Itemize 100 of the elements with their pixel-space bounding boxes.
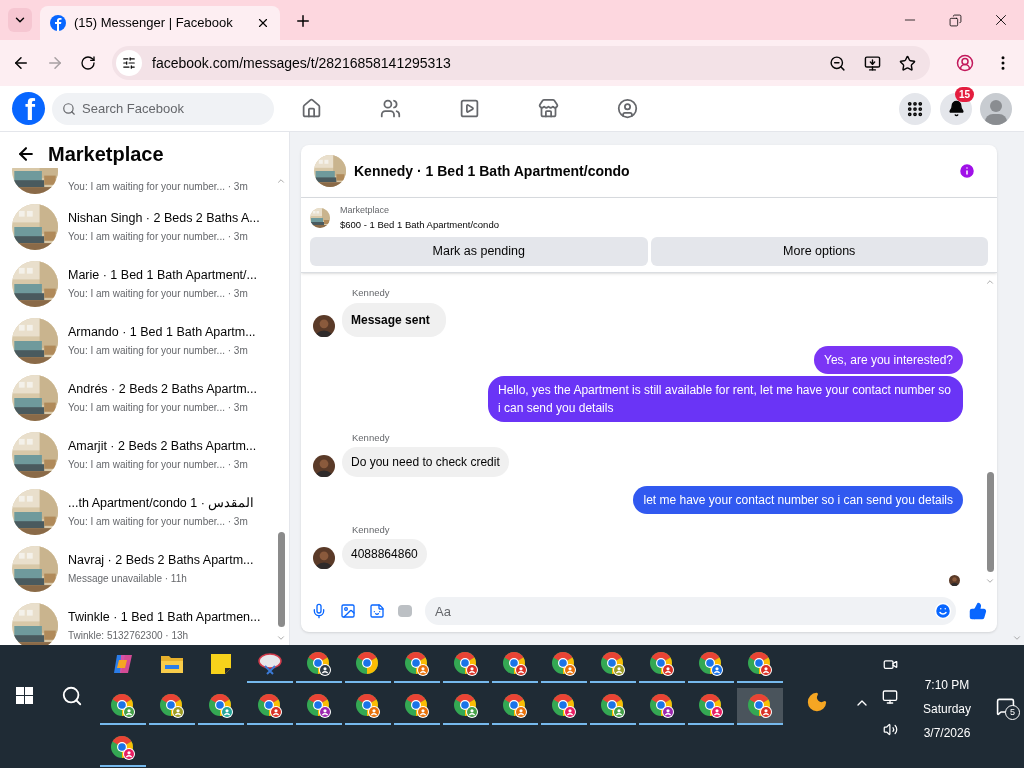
chrome-profile-icon	[648, 692, 675, 719]
chrome-profile-icon	[648, 650, 675, 677]
video-icon[interactable]	[459, 98, 480, 119]
info-icon[interactable]	[958, 162, 976, 180]
message-bubble: let me have your contact number so i can send you details	[633, 485, 963, 514]
conversation-preview: You: I am waiting for your number... · 3m	[68, 230, 249, 245]
store-icon[interactable]	[538, 98, 559, 119]
chrome-profile-icon	[207, 692, 234, 719]
clock-time[interactable]: 7:10 PM	[924, 676, 970, 694]
chrome-profile-icon	[599, 692, 626, 719]
profile-icon[interactable]	[956, 54, 974, 72]
back-icon[interactable]	[12, 54, 30, 72]
conversation-title: ...th Apartment/condo 1 · المقدس	[68, 494, 255, 513]
chrome-profile-icon	[746, 692, 773, 719]
message-bubble: 4088864860	[342, 539, 427, 569]
camera-icon[interactable]	[882, 657, 898, 672]
conversation-item[interactable]: Navraj · 2 Beds 2 Baths Apartm... Message unavailable · 11h	[0, 540, 275, 597]
conversation-title: Nishan Singh · 2 Beds 2 Baths A...	[68, 209, 260, 227]
conversation-item[interactable]: Armando · 1 Bed 1 Bath Apartm... You: I am waiting for your number... · 3m	[0, 312, 275, 369]
chrome-profile-icon	[550, 692, 577, 719]
tab-favicon	[50, 15, 66, 31]
groups-icon[interactable]	[617, 98, 638, 119]
moon-icon[interactable]	[806, 691, 828, 713]
avatar	[949, 575, 960, 586]
chrome-profile-icon	[305, 650, 332, 677]
scrollbar-thumb[interactable]	[986, 472, 994, 572]
reload-icon[interactable]	[80, 55, 96, 71]
message-bubble: Message sent	[342, 302, 446, 337]
conversation-item[interactable]: You: I am waiting for your number... · 3m	[0, 168, 275, 198]
search-field[interactable]: Search Facebook	[52, 92, 274, 125]
sidebar-title: Marketplace	[48, 142, 164, 167]
chrome-profile-icon	[403, 692, 430, 719]
conversation-item[interactable]: Andrés · 2 Beds 2 Baths Apartm... You: I am waiting for your number... · 3m	[0, 369, 275, 426]
image-icon[interactable]	[340, 603, 356, 619]
conversation-item[interactable]: Marie · 1 Bed 1 Bath Apartment/... You: I am waiting for your number... · 3m	[0, 255, 275, 312]
avatar	[313, 454, 335, 477]
conversation-preview: You: I am waiting for your number... · 3m	[68, 401, 249, 416]
microphone-icon[interactable]	[311, 603, 327, 619]
conversation-item[interactable]: Amarjit · 2 Beds 2 Baths Apartm... You: I am waiting for your number... · 3m	[0, 426, 275, 483]
site-settings-icon[interactable]	[116, 50, 142, 76]
tab-search-button[interactable]	[8, 8, 32, 32]
restore-icon[interactable]	[949, 13, 962, 27]
scissors-icon	[256, 651, 283, 676]
chrome-profile-icon	[501, 650, 528, 677]
search-icon[interactable]	[61, 685, 83, 707]
conversation-title: Andrés · 2 Beds 2 Baths Apartm...	[68, 380, 257, 398]
browser-tab[interactable]: (15) Messenger | Facebook	[40, 6, 280, 40]
bell-icon	[947, 100, 965, 117]
zoom-icon[interactable]	[829, 54, 846, 72]
friends-icon[interactable]	[380, 98, 401, 119]
listing-action-button[interactable]: Mark as pending	[310, 236, 648, 266]
notification-center-icon[interactable]	[996, 697, 1015, 716]
conversation-preview: You: I am waiting for your number... · 3m	[68, 344, 249, 359]
bookmark-icon[interactable]	[899, 54, 916, 72]
back-icon[interactable]	[16, 144, 36, 164]
chrome-profile-icon	[109, 692, 136, 719]
windows-start-icon[interactable]	[16, 687, 33, 704]
account-avatar[interactable]	[980, 92, 1012, 125]
clock-date[interactable]: 3/7/2026	[923, 724, 971, 742]
home-icon[interactable]	[301, 98, 322, 119]
notifications-button[interactable]	[940, 92, 972, 125]
notification-count: 5	[1005, 705, 1020, 720]
sticker-icon[interactable]	[369, 603, 385, 619]
address-bar[interactable]: facebook.com/messages/t/28216858141295313	[112, 46, 930, 80]
avatar	[313, 314, 335, 337]
menu-button[interactable]	[899, 92, 931, 125]
chrome-profile-icon	[452, 692, 479, 719]
search-icon	[62, 101, 76, 116]
like-icon[interactable]	[969, 602, 987, 620]
tab-title: (15) Messenger | Facebook	[74, 14, 234, 33]
install-icon[interactable]	[864, 54, 881, 72]
chrome-icon	[354, 650, 381, 677]
chrome-profile-icon	[746, 650, 773, 677]
listing-label: Marketplace	[340, 204, 391, 217]
chrome-profile-icon	[697, 692, 724, 719]
conversation-item[interactable]: Nishan Singh · 2 Beds 2 Baths A... You: I am waiting for your number... · 3m	[0, 198, 275, 255]
listing-name: $600 - 1 Bed 1 Bath Apartment/condo	[340, 217, 499, 232]
taskbar-app[interactable]	[736, 688, 783, 725]
chrome-profile-icon	[256, 692, 283, 719]
network-icon[interactable]	[882, 689, 898, 705]
message-field[interactable]: Aa	[425, 597, 956, 625]
scrollbar-thumb[interactable]	[277, 532, 285, 627]
chrome-profile-icon	[158, 692, 185, 719]
conversation-item[interactable]: Twinkle · 1 Bed 1 Bath Apartmen... Twinkle: 5132762300 · 13h	[0, 597, 275, 645]
chrome-profile-icon	[354, 692, 381, 719]
conversation-title: Armando · 1 Bed 1 Bath Apartm...	[68, 323, 256, 341]
volume-icon[interactable]	[882, 722, 898, 737]
sender-name: Kennedy	[352, 286, 391, 301]
chrome-profile-icon	[452, 650, 479, 677]
conversation-title: Navraj · 2 Beds 2 Baths Apartm...	[68, 551, 254, 569]
conversation-preview: You: I am waiting for your number... · 3m	[68, 287, 249, 302]
facebook-logo[interactable]: f	[12, 92, 45, 125]
new-tab-icon[interactable]	[294, 12, 312, 30]
listing-action-button[interactable]: More options	[650, 236, 988, 266]
close-icon[interactable]	[256, 16, 270, 30]
sender-name: Kennedy	[352, 430, 391, 445]
conversation-title: Amarjit · 2 Beds 2 Baths Apartm...	[68, 437, 257, 455]
conversation-preview: You: I am waiting for your number... · 3m	[68, 180, 248, 194]
clock-day[interactable]: Saturday	[923, 700, 971, 718]
avatar	[313, 547, 335, 569]
